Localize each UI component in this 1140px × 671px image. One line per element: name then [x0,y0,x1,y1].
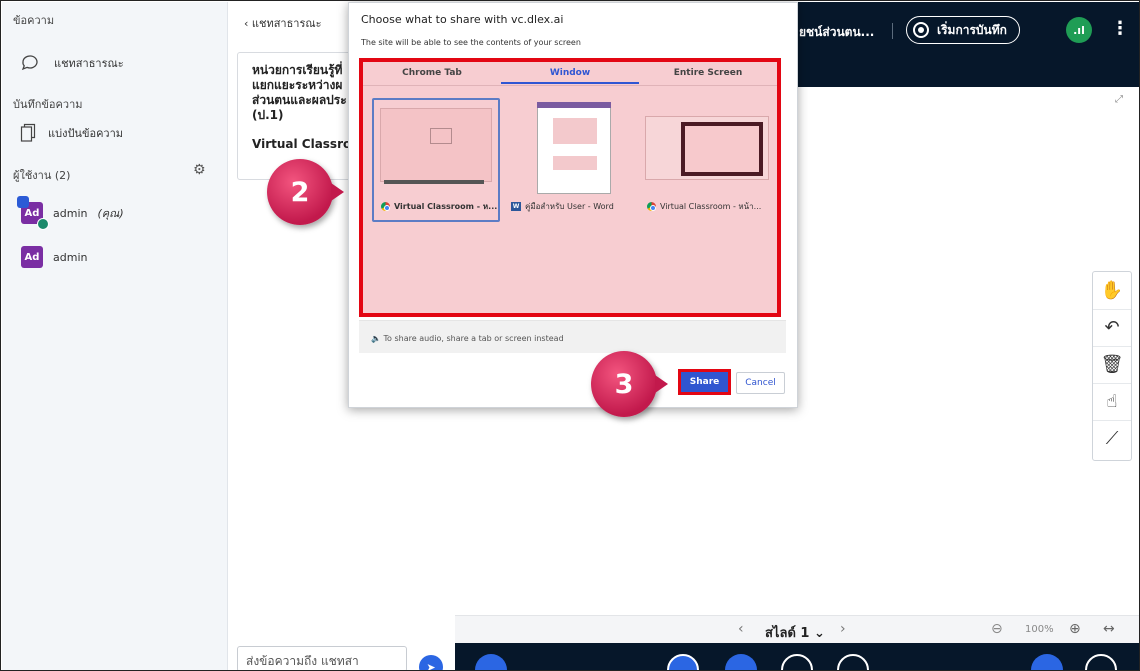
window-preview-detail [685,126,759,172]
audio-note-text: To share audio, share a tab or screen in… [383,334,564,343]
window-preview-titlebar [537,102,611,108]
fullscreen-icon[interactable]: ⤢ [1115,94,1123,105]
step-2-callout: 2 [267,159,344,225]
window-preview-taskbar [384,180,484,184]
window-preview [380,108,492,182]
window-preview-detail [430,128,452,144]
messages-section-title: ข้อความ [13,14,55,27]
undo-icon[interactable]: ↶ [1093,309,1131,345]
notes-section-title: บันทึกข้อความ [13,98,83,111]
callout-arrow [655,375,668,393]
window-title: Virtual Classroom - ห... [394,202,498,211]
window-preview-detail [553,118,597,144]
callout-number: 2 [290,176,310,208]
presenter-icon [37,218,49,230]
window-label: Virtual Classroom - ห... [381,200,497,213]
window-label: W คู่มือสำหรับ User - Word [511,200,614,213]
window-preview-detail [553,156,597,170]
window-preview [537,102,611,194]
meeting-title: ยชน์ส่วนตน... [799,25,875,39]
connection-status-icon[interactable]: .ıl [1066,17,1092,43]
speaker-icon: 🔈 [371,334,381,343]
audio-note-bar: 🔈 To share audio, share a tab or screen … [359,320,786,353]
whiteboard-toolbar: ✋ ↶ 🗑 ☝ ⟋ [1092,271,1132,461]
previous-slide-icon[interactable]: ‹ [738,621,744,637]
gear-icon[interactable]: ⚙ [193,162,206,178]
step-3-callout: 3 [591,351,668,417]
tab-window[interactable]: Window [501,62,639,84]
zoom-level: 100% [1025,624,1054,635]
sidebar-item-public-chat[interactable]: แชทสาธารณะ [20,54,124,72]
callout-arrow [331,183,344,201]
chat-back-button[interactable]: ‹ แชทสาธารณะ [244,14,322,32]
user-name: admin [53,206,88,220]
window-label: Virtual Classroom - หน้า... [647,200,761,213]
chat-bubble-icon [21,55,38,71]
moderator-icon [17,196,29,208]
word-icon: W [511,202,521,211]
cancel-button[interactable]: Cancel [736,372,785,394]
record-label: เริ่มการบันทึก [937,22,1007,37]
avatar: Ad [17,196,49,230]
avatar-initials: Ad [24,251,40,263]
slide-selector[interactable]: สไลด์ 1 ⌄ [765,622,825,643]
user-list-item[interactable]: Ad admin [21,246,87,268]
sidebar-item-shared-notes[interactable]: แบ่งปันข้อความ [20,123,123,143]
share-screen-dialog: Choose what to share with vc.dlex.ai The… [348,2,798,408]
user-list-item[interactable]: Ad admin (คุณ) [17,196,124,230]
next-slide-icon[interactable]: › [840,621,846,637]
start-recording-button[interactable]: เริ่มการบันทึก [906,16,1020,44]
dialog-title: Choose what to share with vc.dlex.ai [361,13,564,26]
zoom-in-icon[interactable]: ⊕ [1069,621,1081,637]
chrome-icon [647,202,656,211]
avatar-initials: Ad [24,207,40,219]
left-sidebar: ข้อความ แชทสาธารณะ บันทึกข้อความ แบ่งปัน… [2,2,228,670]
notes-icon [20,123,36,142]
window-title: คู่มือสำหรับ User - Word [525,202,614,211]
share-source-panel: Chrome Tab Window Entire Screen Virtual … [359,58,781,317]
send-icon: ➤ [426,660,436,671]
hand-tool-icon[interactable]: ✋ [1093,272,1131,308]
user-you-tag: (คุณ) [97,207,124,220]
chat-message-input[interactable]: ส่งข้อความถึง แชทสา [237,646,407,670]
sidebar-item-label: แบ่งปันข้อความ [48,127,124,140]
chrome-icon [381,202,390,211]
record-icon [913,22,929,38]
multi-user-pointer-icon[interactable]: ☝ [1093,383,1131,419]
avatar: Ad [21,246,43,268]
fit-width-icon[interactable]: ↔ [1103,621,1115,637]
sidebar-item-label: แชทสาธารณะ [54,57,124,70]
audio-note: 🔈 To share audio, share a tab or screen … [371,334,564,343]
user-name: admin [53,250,88,264]
dialog-subtitle: The site will be able to see the content… [361,38,581,47]
more-options-icon[interactable]: ⋮ [1111,18,1129,39]
divider [892,23,893,39]
tab-entire-screen[interactable]: Entire Screen [639,62,777,84]
divider [363,85,777,86]
tab-chrome-tab[interactable]: Chrome Tab [363,62,501,84]
window-title: Virtual Classroom - หน้า... [660,202,762,211]
users-section-title: ผู้ใช้งาน (2) [13,169,71,182]
share-button[interactable]: Share [678,369,731,395]
screen: ข้อความ แชทสาธารณะ บันทึกข้อความ แบ่งปัน… [0,0,1140,671]
chart-icon[interactable]: ⟋ [1093,420,1131,456]
trash-icon[interactable]: 🗑 [1093,346,1131,382]
zoom-out-icon[interactable]: ⊖ [991,621,1003,637]
callout-number: 3 [614,368,634,400]
